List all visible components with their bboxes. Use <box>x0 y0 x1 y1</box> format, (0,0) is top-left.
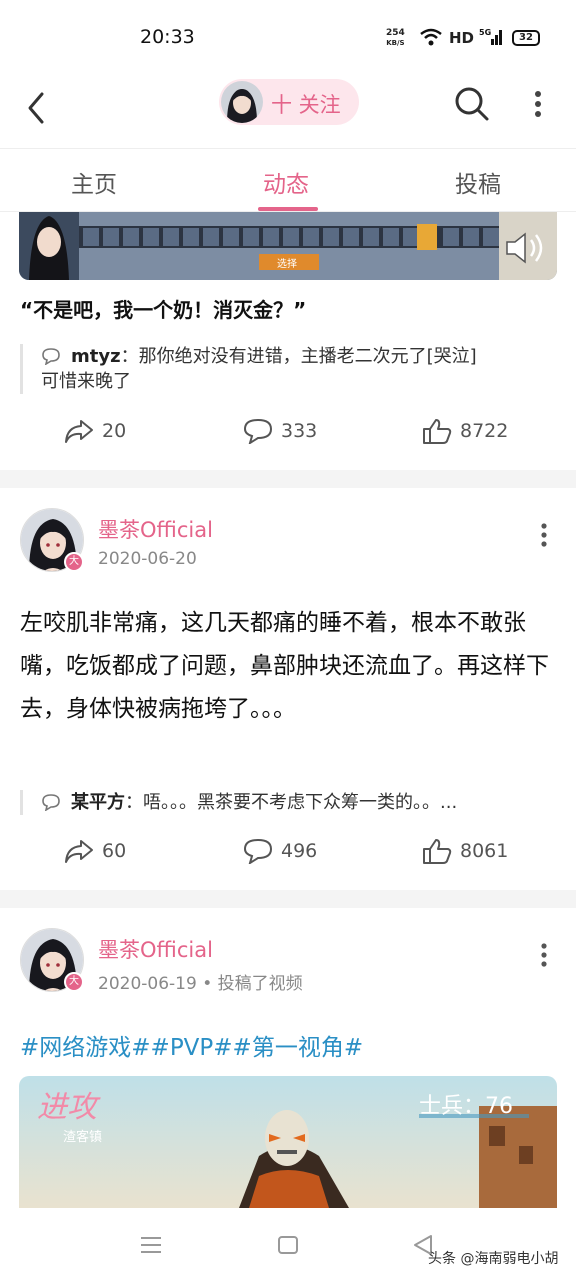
game-screenshot[interactable]: 选择 <box>19 212 557 280</box>
tab-home[interactable]: 主页 <box>71 165 117 199</box>
share-button[interactable]: 60 <box>64 838 126 864</box>
comment-icon <box>42 348 60 365</box>
status-time: 20:33 <box>140 26 195 48</box>
follow-label: 十 关注 <box>271 93 341 117</box>
comment-button[interactable]: 496 <box>243 838 317 864</box>
more-vertical-icon[interactable] <box>538 522 550 550</box>
post-actions: 20 333 8722 <box>0 418 576 448</box>
share-count: 20 <box>102 420 127 442</box>
game-select-label: 选择 <box>277 259 297 270</box>
comment-text-line2: 可惜来晚了 <box>41 371 131 392</box>
hashtags[interactable]: #网络游戏##PVP##第一视角# <box>20 1028 363 1062</box>
net-speed-unit: KB/S <box>386 39 405 47</box>
like-button[interactable]: 8722 <box>422 418 508 444</box>
post-date: 2020-06-19 • 投稿了视频 <box>98 974 303 994</box>
system-nav-bar: 头条 @海南弱电小胡 <box>0 1208 576 1280</box>
share-button[interactable]: 20 <box>64 418 126 444</box>
search-icon[interactable] <box>454 84 490 124</box>
follow-button[interactable]: 十 关注 <box>219 79 359 125</box>
wifi-icon <box>420 28 442 46</box>
more-vertical-icon[interactable] <box>532 86 544 126</box>
comment-preview[interactable]: 某平方：唔。。。黑茶要不考虑下众筹一类的。。... <box>20 790 560 815</box>
author-name[interactable]: 墨茶Official <box>98 934 213 964</box>
comment-text: ：唔。。。黑茶要不考虑下众筹一类的。。... <box>125 792 458 813</box>
thumbs-up-icon <box>423 419 452 444</box>
status-bar: 20:33 254 KB/S HD 5G 32 <box>0 0 576 72</box>
video-overlay-mode: 进攻 <box>37 1090 97 1125</box>
video-overlay-map: 渣客镇 <box>63 1130 103 1145</box>
video-thumbnail[interactable]: 进攻 渣客镇 士兵：76 <box>19 1076 557 1208</box>
net-speed-value: 254 <box>386 28 405 38</box>
back-icon[interactable] <box>22 88 52 128</box>
comment-username[interactable]: mtyz <box>71 346 121 367</box>
tab-bar: 主页 动态 投稿 <box>0 148 576 212</box>
comment-icon <box>243 418 273 444</box>
battery-icon: 32 <box>512 30 540 46</box>
more-vertical-icon[interactable] <box>538 942 550 970</box>
post-quote: “不是吧，我一个奶！消灭金？” <box>20 298 307 322</box>
like-count: 8722 <box>460 420 509 442</box>
tab-feed[interactable]: 动态 <box>263 165 309 199</box>
signal-icon: 5G <box>479 28 502 45</box>
share-count: 60 <box>102 840 127 862</box>
verified-badge: 大 <box>64 552 84 572</box>
like-button[interactable]: 8061 <box>422 838 508 864</box>
hd-indicator: HD <box>449 29 475 47</box>
post-date: 2020-06-20 <box>98 549 197 569</box>
menu-icon[interactable] <box>140 1236 162 1254</box>
home-icon[interactable] <box>277 1235 299 1255</box>
svg-text:5G: 5G <box>479 28 491 37</box>
share-icon <box>65 420 93 443</box>
post-text: 左咬肌非常痛，这几天都痛的睡不着，根本不敢张嘴，吃饭都成了问题，鼻部肿块还流血了… <box>20 610 549 722</box>
tab-submissions[interactable]: 投稿 <box>455 165 501 199</box>
feed-card: 选择 “不是吧，我一个奶！消灭金？” mtyz：那你绝对没有进错，主播老二次元了… <box>0 212 576 470</box>
comment-count: 496 <box>281 840 318 862</box>
thumbs-up-icon <box>423 839 452 864</box>
avatar <box>221 81 263 123</box>
top-nav: 十 关注 <box>0 72 576 148</box>
comment-text: ：那你绝对没有进错，主播老二次元了[哭泣] <box>120 346 477 367</box>
comment-button[interactable]: 333 <box>243 418 317 444</box>
comment-icon <box>243 838 273 864</box>
comment-icon <box>42 794 60 811</box>
comment-count: 333 <box>281 420 318 442</box>
like-count: 8061 <box>460 840 509 862</box>
net-speed: 254 KB/S <box>386 28 405 48</box>
tab-active-indicator <box>258 207 318 211</box>
post-actions: 60 496 8061 <box>0 838 576 868</box>
video-overlay-hero: 士兵：76 <box>419 1094 513 1119</box>
share-icon <box>65 840 93 863</box>
verified-badge: 大 <box>64 972 84 992</box>
author-name[interactable]: 墨茶Official <box>98 514 213 544</box>
comment-username[interactable]: 某平方 <box>71 792 125 813</box>
comment-preview[interactable]: mtyz：那你绝对没有进错，主播老二次元了[哭泣] 可惜来晚了 <box>20 344 560 394</box>
watermark: 头条 @海南弱电小胡 <box>428 1251 559 1267</box>
feed-card: 大 墨茶Official 2020-06-19 • 投稿了视频 #网络游戏##P… <box>0 908 576 1208</box>
feed-card: 大 墨茶Official 2020-06-20 左咬肌非常痛，这几天都痛的睡不着… <box>0 488 576 890</box>
